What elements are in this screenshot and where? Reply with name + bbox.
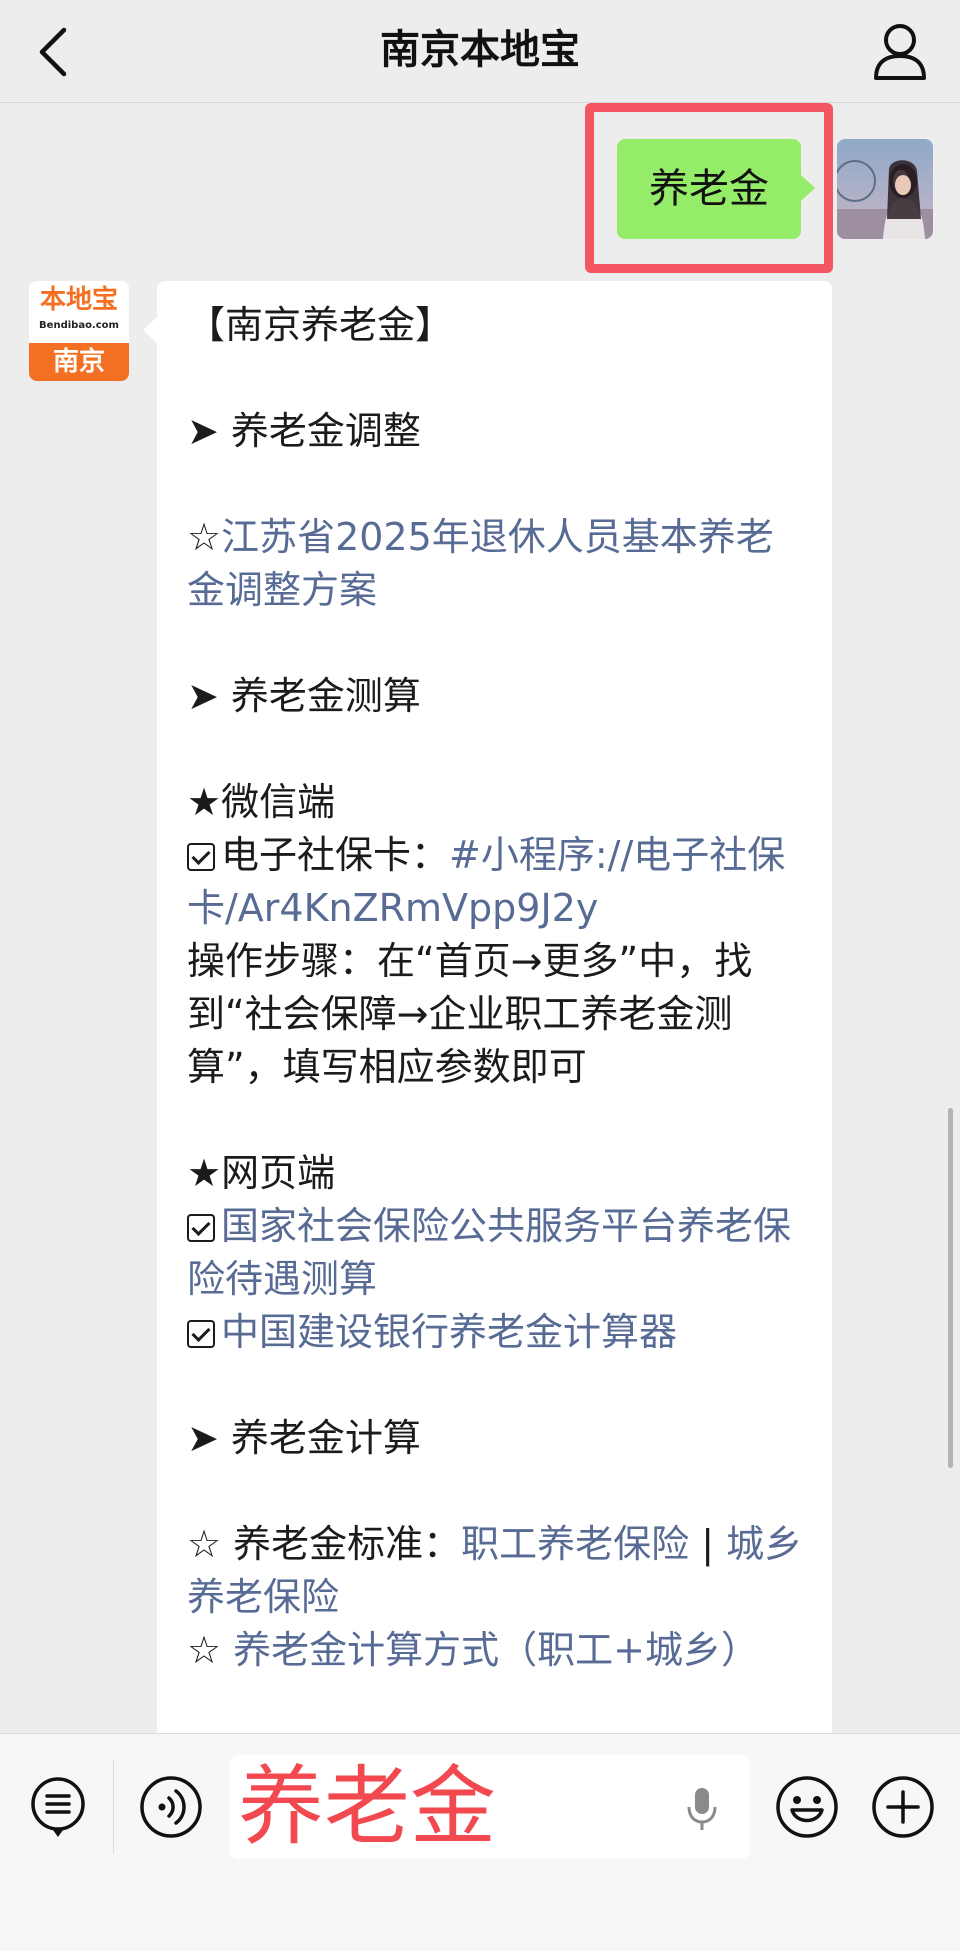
- ssc-item: 电子社保卡：#小程序://电子社保卡/Ar4KnZRmVpp9J2y: [187, 829, 804, 935]
- bot-avatar[interactable]: 本地宝 Bendibao.com 南京: [29, 281, 129, 381]
- emoji-icon: [776, 1776, 838, 1838]
- checkbox-icon: [187, 1214, 215, 1242]
- calc-method-item: ☆ 养老金计算方式（职工+城乡）: [187, 1624, 804, 1677]
- reply-message-bubble[interactable]: 【南京养老金】 ➤ 养老金调整 ☆江苏省2025年退休人员基本养老金调整方案 ➤…: [143, 281, 832, 1733]
- checkbox-icon: [187, 843, 215, 871]
- social-insurance-calc-link[interactable]: 国家社会保险公共服务平台养老保险待遇测算: [187, 1204, 791, 1301]
- ccb-calculator-link[interactable]: 中国建设银行养老金计算器: [221, 1310, 677, 1354]
- scrollbar[interactable]: [948, 1108, 953, 1468]
- separator: |: [689, 1522, 727, 1566]
- person-icon: [874, 24, 926, 80]
- chat-area[interactable]: 养老金 本地宝 Bendibao.com 南京 【南京养老金】 ➤ 养老金调整 …: [0, 103, 960, 1733]
- user-avatar[interactable]: [837, 139, 933, 239]
- reply-title: 【南京养老金】: [187, 303, 454, 347]
- input-bar: 养老金: [0, 1733, 960, 1951]
- nav-bar: 南京本地宝: [0, 0, 960, 103]
- adjust-plan-link[interactable]: 江苏省2025年退休人员基本养老金调整方案: [187, 515, 774, 612]
- user-photo: [837, 139, 933, 239]
- voice-icon: [140, 1776, 202, 1838]
- more-button[interactable]: [870, 1774, 936, 1840]
- menu-button[interactable]: [25, 1774, 91, 1840]
- logo-text: 本地宝: [39, 285, 118, 315]
- employee-pension-link[interactable]: 职工养老保险: [461, 1522, 689, 1566]
- logo-city: 南京: [52, 347, 105, 377]
- wechat-heading: ★微信端: [187, 780, 336, 824]
- ssc-label: 电子社保卡：: [221, 833, 450, 877]
- plus-icon: [872, 1776, 934, 1838]
- profile-button[interactable]: [870, 20, 930, 82]
- mic-icon[interactable]: [684, 1785, 720, 1833]
- web-item-1: 国家社会保险公共服务平台养老保险待遇测算: [187, 1200, 804, 1306]
- section-heading-estimate: ➤ 养老金测算: [187, 674, 421, 718]
- steps-text: 操作步骤：在“首页→更多”中，找到“社会保障→企业职工养老金测算”，填写相应参数…: [187, 939, 753, 1089]
- star-outline-icon: ☆: [187, 515, 222, 559]
- standard-item: ☆ 养老金标准：职工养老保险 | 城乡养老保险: [187, 1518, 804, 1624]
- message-input[interactable]: 养老金: [230, 1755, 750, 1859]
- logo-domain: Bendibao.com: [39, 320, 119, 331]
- divider: [113, 1760, 114, 1854]
- star-outline-icon: ☆: [187, 1628, 234, 1672]
- voice-button[interactable]: [138, 1774, 204, 1840]
- sent-message-bubble[interactable]: 养老金: [617, 139, 815, 239]
- section-heading-adjust: ➤ 养老金调整: [187, 409, 421, 453]
- message-input-text: 养老金: [238, 1757, 496, 1857]
- adjust-item: ☆江苏省2025年退休人员基本养老金调整方案: [187, 511, 804, 617]
- calc-method-link[interactable]: 养老金计算方式（职工+城乡）: [233, 1628, 759, 1672]
- standard-label: ☆ 养老金标准：: [187, 1522, 462, 1566]
- emoji-button[interactable]: [774, 1774, 840, 1840]
- section-heading-calc: ➤ 养老金计算: [187, 1416, 421, 1460]
- web-heading: ★网页端: [187, 1151, 336, 1195]
- web-item-2: 中国建设银行养老金计算器: [187, 1306, 804, 1359]
- page-title: 南京本地宝: [380, 27, 580, 73]
- menu-list-icon: [31, 1777, 85, 1837]
- checkbox-icon: [187, 1320, 215, 1348]
